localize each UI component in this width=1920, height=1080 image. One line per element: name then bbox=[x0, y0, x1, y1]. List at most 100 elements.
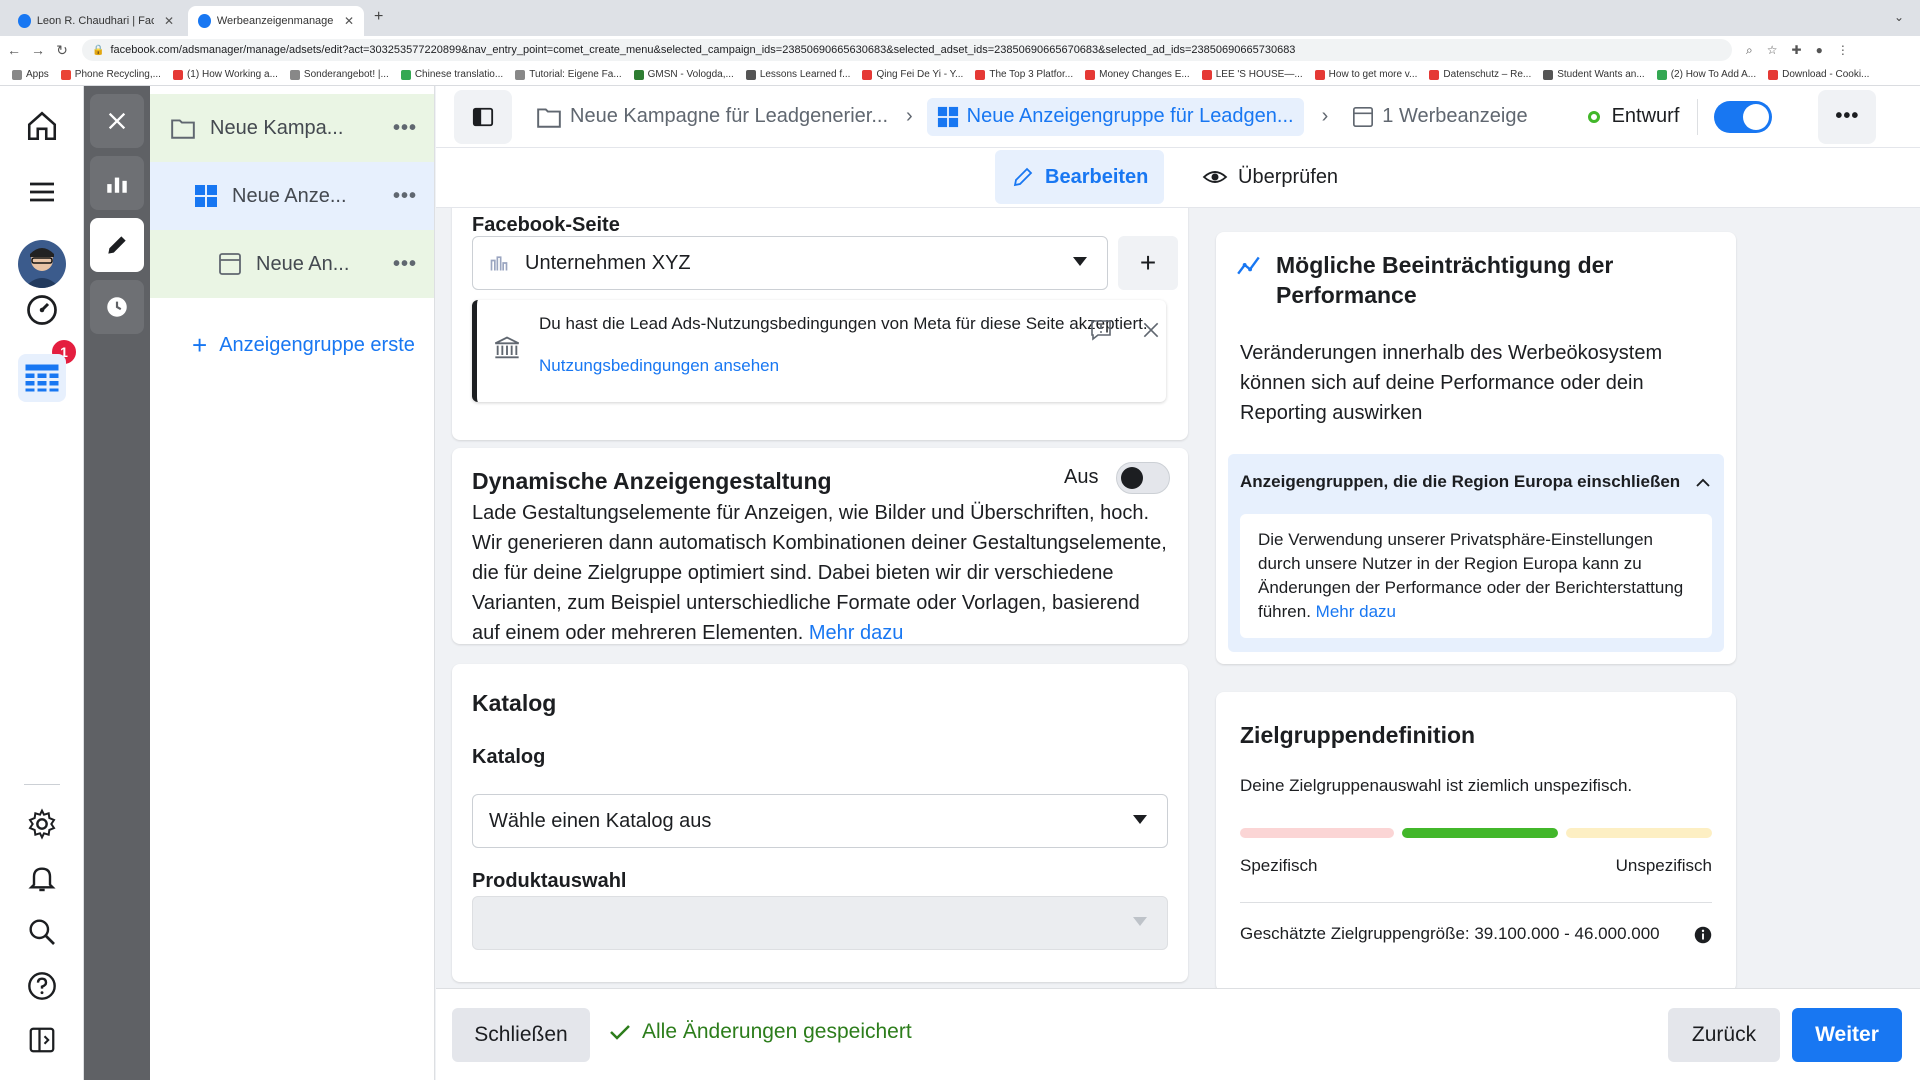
bookmark-item[interactable]: Apps bbox=[12, 69, 49, 80]
toggle-state-label: Aus bbox=[1064, 466, 1099, 488]
browser-tab[interactable]: Leon R. Chaudhari | Facebook ✕ bbox=[8, 6, 184, 36]
more-options-button[interactable]: ••• bbox=[1818, 89, 1877, 144]
bookmark-label: Apps bbox=[26, 69, 49, 80]
more-options-icon[interactable]: ••• bbox=[393, 253, 417, 276]
bookmark-item[interactable]: Tutorial: Eigene Fa... bbox=[515, 69, 622, 80]
menu-button[interactable] bbox=[18, 168, 66, 216]
tree-item-ad[interactable]: Neue An... ••• bbox=[150, 230, 434, 298]
tree-item-campaign[interactable]: Neue Kampa... ••• bbox=[150, 94, 434, 162]
breadcrumb-ad[interactable]: 1 Werbeanzeige bbox=[1352, 105, 1528, 128]
browser-menu-icon[interactable]: ⋮ bbox=[1837, 43, 1849, 57]
close-editor-button[interactable] bbox=[90, 94, 144, 148]
bookmark-item[interactable]: Phone Recycling,... bbox=[60, 69, 161, 80]
settings-button[interactable] bbox=[18, 800, 66, 848]
extension-icon[interactable]: ✚ bbox=[1792, 43, 1802, 57]
catalog-select[interactable]: Wähle einen Katalog aus bbox=[472, 794, 1168, 848]
bookmark-item[interactable]: The Top 3 Platfor... bbox=[975, 69, 1073, 80]
profile-icon[interactable]: ● bbox=[1816, 43, 1823, 57]
mode-tabs: Bearbeiten Überprüfen bbox=[436, 148, 1920, 208]
add-page-button[interactable]: + bbox=[1118, 236, 1178, 290]
bookmark-item[interactable]: Datenschutz – Re... bbox=[1429, 69, 1531, 80]
save-status-text: Alle Änderungen gespeichert bbox=[642, 1020, 912, 1043]
section-title: Facebook-Seite bbox=[472, 214, 620, 236]
ad-page-icon bbox=[1353, 106, 1374, 127]
bookmark-item[interactable]: LEE 'S HOUSE—... bbox=[1201, 69, 1303, 80]
tab-search-icon[interactable]: ⌄ bbox=[1894, 10, 1904, 24]
close-tab-icon[interactable]: ✕ bbox=[164, 14, 174, 28]
chevron-right-icon: › bbox=[906, 105, 913, 127]
bookmark-item[interactable]: Chinese translatio... bbox=[400, 69, 504, 80]
learn-more-link[interactable]: Mehr dazu bbox=[1316, 602, 1396, 621]
browser-tab-active[interactable]: Werbeanzeigenmanager - We ✕ bbox=[188, 6, 364, 36]
close-icon[interactable] bbox=[1141, 320, 1161, 340]
bookmark-label: Money Changes E... bbox=[1099, 69, 1190, 80]
close-tab-icon[interactable]: ✕ bbox=[344, 14, 354, 28]
avatar[interactable] bbox=[18, 240, 66, 288]
audience-title: Zielgruppendefinition bbox=[1240, 722, 1476, 748]
toggle-panel-button[interactable] bbox=[18, 1016, 66, 1064]
toggle-knob bbox=[1743, 103, 1770, 130]
tab-edit[interactable]: Bearbeiten bbox=[995, 150, 1165, 204]
bookmark-label: (1) How Working a... bbox=[186, 69, 278, 80]
bookmark-item[interactable]: Qing Fei De Yi - Y... bbox=[862, 69, 963, 80]
search-button[interactable] bbox=[18, 908, 66, 956]
learn-more-link[interactable]: Mehr dazu bbox=[809, 622, 904, 644]
bookmark-item[interactable]: Money Changes E... bbox=[1085, 69, 1190, 80]
address-bar[interactable]: 🔒 facebook.com/adsmanager/manage/adsets/… bbox=[82, 39, 1732, 61]
bookmark-item[interactable]: Student Wants an... bbox=[1543, 69, 1645, 80]
toggle-tree-button[interactable] bbox=[454, 89, 512, 144]
facebook-favicon-icon bbox=[18, 14, 31, 28]
product-selection-select[interactable] bbox=[472, 896, 1168, 950]
ads-manager-button[interactable] bbox=[18, 354, 66, 402]
help-button[interactable] bbox=[18, 962, 66, 1010]
status-label: Entwurf bbox=[1611, 105, 1680, 127]
tab-review[interactable]: Überprüfen bbox=[1186, 150, 1354, 204]
reload-icon[interactable]: ↻ bbox=[52, 42, 72, 59]
section-title: Katalog bbox=[472, 690, 557, 716]
bookmark-label: Chinese translatio... bbox=[414, 69, 504, 80]
dynamic-creative-toggle[interactable] bbox=[1116, 462, 1170, 494]
bookmark-item[interactable]: How to get more v... bbox=[1314, 69, 1417, 80]
bookmark-item[interactable]: Download - Cooki... bbox=[1768, 69, 1869, 80]
bookmark-star-icon[interactable]: ☆ bbox=[1767, 43, 1778, 57]
forward-arrow-icon[interactable]: → bbox=[28, 42, 48, 58]
next-button[interactable]: Weiter bbox=[1792, 1008, 1902, 1062]
more-options-icon[interactable]: ••• bbox=[393, 185, 417, 208]
history-button[interactable] bbox=[90, 280, 144, 334]
close-button[interactable]: Schließen bbox=[452, 1008, 590, 1062]
audience-size: Geschätzte Zielgruppengröße: 39.100.000 … bbox=[1240, 924, 1660, 943]
accordion-title[interactable]: Anzeigengruppen, die die Region Europa e… bbox=[1240, 472, 1680, 492]
notifications-button[interactable] bbox=[18, 854, 66, 902]
gear-icon bbox=[28, 808, 56, 840]
page-icon bbox=[490, 256, 508, 271]
bookmark-item[interactable]: Lessons Learned f... bbox=[745, 69, 850, 80]
ads-reporting-button[interactable] bbox=[18, 286, 66, 334]
search-icon bbox=[29, 919, 55, 945]
charts-button[interactable] bbox=[90, 156, 144, 210]
terms-link[interactable]: Nutzungsbedingungen ansehen bbox=[539, 356, 779, 376]
back-arrow-icon[interactable]: ← bbox=[4, 42, 24, 58]
new-tab-icon[interactable]: + bbox=[374, 8, 383, 26]
plus-icon: + bbox=[192, 330, 208, 360]
zoom-icon[interactable]: ⌕ bbox=[1746, 43, 1753, 58]
more-options-icon[interactable]: ••• bbox=[393, 117, 417, 140]
adset-on-off-toggle[interactable] bbox=[1714, 100, 1773, 133]
info-icon[interactable] bbox=[1694, 926, 1712, 944]
header-divider bbox=[1697, 98, 1699, 135]
home-button[interactable] bbox=[18, 102, 66, 150]
edit-tool-button[interactable] bbox=[90, 218, 144, 272]
back-button[interactable]: Zurück bbox=[1668, 1008, 1780, 1062]
bookmark-item[interactable]: (1) How Working a... bbox=[172, 69, 278, 80]
facebook-page-select[interactable]: Unternehmen XYZ bbox=[472, 236, 1108, 290]
create-adset-link[interactable]: + Anzeigengruppe erste bbox=[192, 330, 415, 361]
bookmark-item[interactable]: Sonderangebot! |... bbox=[289, 69, 389, 80]
bookmark-item[interactable]: GMSN - Vologda,... bbox=[633, 69, 734, 80]
dropdown-arrow-icon bbox=[1133, 917, 1147, 926]
bookmark-item[interactable]: (2) How To Add A... bbox=[1656, 69, 1756, 80]
chevron-up-icon[interactable] bbox=[1694, 474, 1712, 492]
breadcrumb-campaign[interactable]: Neue Kampagne für Leadgenerier... bbox=[536, 105, 888, 129]
tree-item-adset[interactable]: Neue Anze... ••• bbox=[150, 162, 434, 230]
breadcrumb-adset[interactable]: Neue Anzeigengruppe für Leadgen... bbox=[926, 97, 1304, 136]
checkmark-icon bbox=[610, 1025, 630, 1040]
status-badge: Entwurf bbox=[1587, 105, 1680, 128]
